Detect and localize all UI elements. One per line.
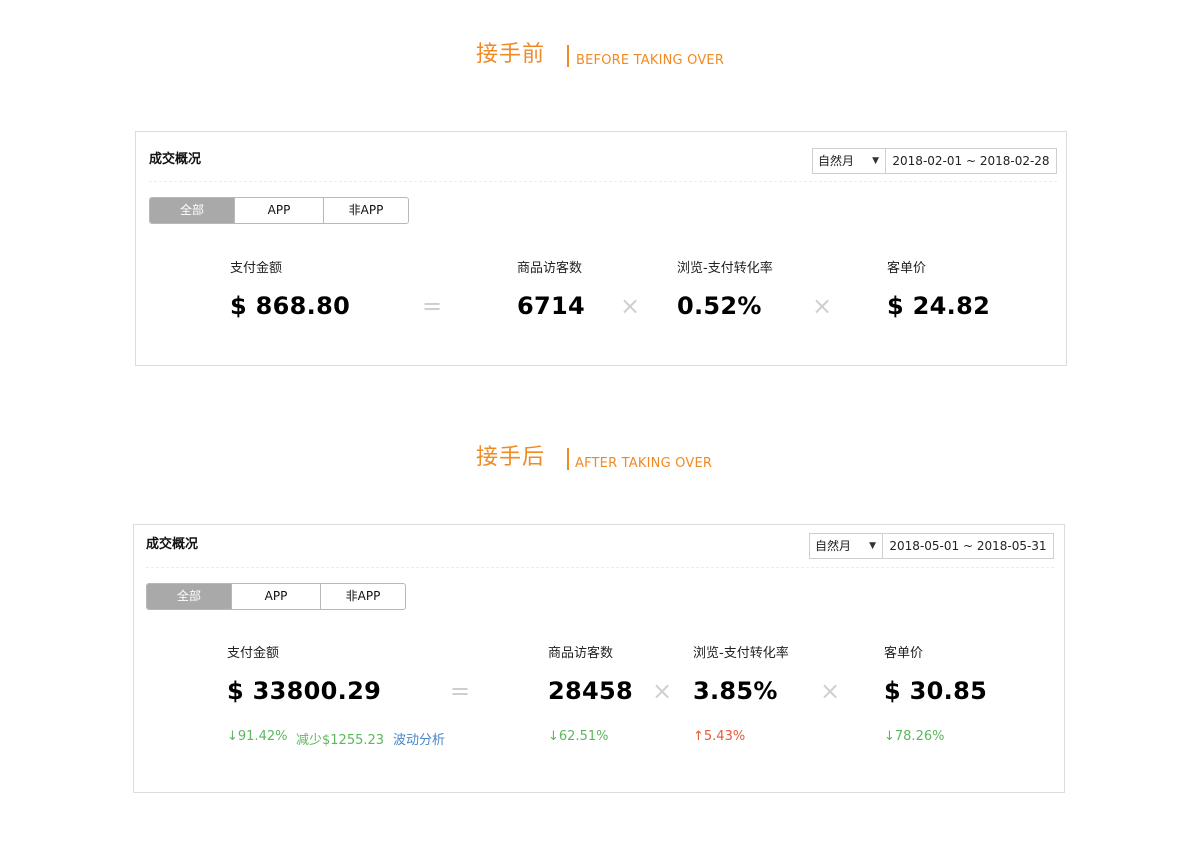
metric-label-avg-order: 客单价: [887, 261, 927, 276]
tab-all[interactable]: 全部: [147, 584, 232, 609]
channel-tabs: 全部 APP 非APP: [146, 583, 406, 610]
metric-delta-conversion: ↑5.43%: [693, 729, 746, 744]
metric-value-visitors: 6714: [517, 292, 585, 320]
after-panel: 成交概况 自然月 ▼ 2018-05-01 ~ 2018-05-31 全部 AP…: [133, 524, 1065, 793]
metric-delta-visitors: ↓62.51%: [548, 729, 609, 744]
panel-divider: [146, 567, 1054, 568]
metric-value-payment: $ 33800.29: [227, 677, 382, 705]
metric-value-avg-order: $ 30.85: [884, 677, 988, 705]
equals-sign: =: [422, 292, 443, 320]
before-title-en: BEFORE TAKING OVER: [576, 53, 725, 68]
before-title-cn: 接手前: [476, 42, 546, 67]
multiply-sign: ×: [620, 292, 641, 320]
tab-app[interactable]: APP: [235, 198, 324, 223]
metric-value-avg-order: $ 24.82: [887, 292, 991, 320]
after-section-title: 接手后 AFTER TAKING OVER: [0, 443, 1200, 483]
chevron-down-icon: ▼: [872, 156, 879, 166]
metric-label-avg-order: 客单价: [884, 646, 924, 661]
after-title-cn: 接手后: [476, 445, 546, 470]
metric-decrease-amount: 减少$1255.23: [296, 733, 385, 748]
metric-label-payment: 支付金额: [230, 261, 283, 276]
before-section-title: 接手前 BEFORE TAKING OVER: [0, 40, 1200, 80]
panel-title: 成交概况: [149, 152, 202, 167]
multiply-sign: ×: [820, 677, 841, 705]
metric-value-visitors: 28458: [548, 677, 633, 705]
period-select[interactable]: 自然月 ▼: [809, 533, 883, 559]
before-panel: 成交概况 自然月 ▼ 2018-02-01 ~ 2018-02-28 全部 AP…: [135, 131, 1067, 366]
date-range-input[interactable]: 2018-02-01 ~ 2018-02-28: [886, 148, 1057, 174]
chevron-down-icon: ▼: [869, 541, 876, 551]
metric-value-conversion: 3.85%: [693, 677, 778, 705]
metric-value-conversion: 0.52%: [677, 292, 762, 320]
metric-delta-payment: ↓91.42%: [227, 729, 288, 744]
metric-delta-avg-order: ↓78.26%: [884, 729, 945, 744]
period-select[interactable]: 自然月 ▼: [812, 148, 886, 174]
tab-non-app[interactable]: 非APP: [321, 584, 405, 609]
date-range-input[interactable]: 2018-05-01 ~ 2018-05-31: [883, 533, 1054, 559]
title-divider: [567, 448, 569, 470]
metric-label-conversion: 浏览-支付转化率: [693, 646, 789, 661]
metric-label-visitors: 商品访客数: [548, 646, 614, 661]
equals-sign: =: [450, 677, 471, 705]
period-select-value: 自然月: [818, 154, 855, 168]
metric-label-visitors: 商品访客数: [517, 261, 583, 276]
metric-value-payment: $ 868.80: [230, 292, 351, 320]
multiply-sign: ×: [812, 292, 833, 320]
after-title-en: AFTER TAKING OVER: [575, 456, 713, 471]
tab-non-app[interactable]: 非APP: [324, 198, 408, 223]
title-divider: [567, 45, 569, 67]
panel-divider: [149, 181, 1057, 182]
tab-app[interactable]: APP: [232, 584, 321, 609]
period-select-value: 自然月: [815, 539, 852, 553]
tab-all[interactable]: 全部: [150, 198, 235, 223]
panel-title: 成交概况: [146, 537, 199, 552]
metric-label-payment: 支付金额: [227, 646, 280, 661]
fluctuation-analysis-link[interactable]: 波动分析: [393, 729, 445, 748]
metric-label-conversion: 浏览-支付转化率: [677, 261, 773, 276]
multiply-sign: ×: [652, 677, 673, 705]
channel-tabs: 全部 APP 非APP: [149, 197, 409, 224]
